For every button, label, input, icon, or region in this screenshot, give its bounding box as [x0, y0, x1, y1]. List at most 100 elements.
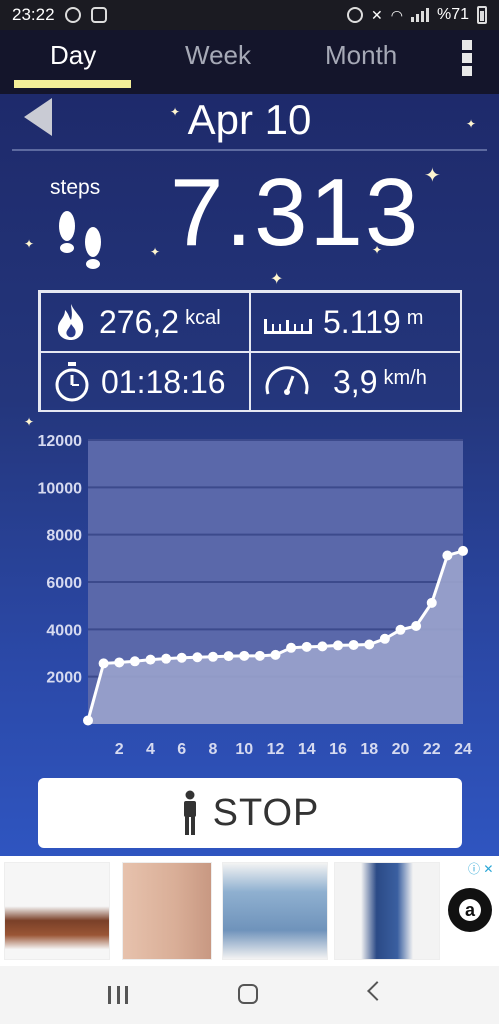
- data-point: [442, 550, 453, 561]
- active-tab-indicator: [14, 80, 131, 88]
- ad-brand-logo[interactable]: a: [448, 888, 492, 932]
- distance-value: 5.119: [323, 303, 401, 340]
- alarm-icon: [347, 7, 364, 23]
- ad-product-jeans[interactable]: [222, 862, 328, 960]
- home-button[interactable]: [238, 984, 258, 1004]
- stats-grid: 276,2 kcal 5.119 m 01:18:16 3,9 km/h: [38, 290, 462, 412]
- ad-info-icon[interactable]: ⓘ ✕: [468, 860, 493, 877]
- speedometer-icon: [265, 366, 309, 395]
- step-count: 7.313: [170, 159, 421, 266]
- data-point: [426, 597, 437, 608]
- ad-banner[interactable]: [0, 856, 499, 966]
- star-icon: ✦: [466, 117, 477, 131]
- wifi-icon: ◠: [390, 6, 403, 23]
- data-point: [317, 641, 328, 652]
- battery-text: %71: [436, 6, 469, 23]
- steps-label: steps: [50, 176, 101, 199]
- overflow-menu-button[interactable]: [460, 40, 474, 76]
- flame-icon: [57, 304, 84, 340]
- x-tick-label: 24: [454, 741, 472, 758]
- back-button[interactable]: [367, 981, 387, 1001]
- star-icon: ✦: [150, 245, 161, 259]
- tab-month[interactable]: Month: [325, 40, 397, 80]
- x-tick-label: 12: [267, 741, 285, 758]
- star-icon: ✦: [424, 165, 441, 187]
- x-tick-label: 10: [235, 741, 253, 758]
- duration-cell: 01:18:16: [40, 352, 250, 412]
- y-tick-label: 12000: [38, 433, 83, 450]
- stop-button-label: STOP: [212, 791, 320, 834]
- calories-value: 276,2: [99, 303, 180, 340]
- data-point: [379, 633, 390, 644]
- x-tick-label: 14: [298, 741, 316, 758]
- whatsapp-icon: [64, 7, 81, 23]
- star-icon: ✦: [170, 105, 181, 119]
- data-point: [114, 657, 125, 668]
- ruler-icon: [264, 319, 312, 334]
- x-tick-label: 16: [329, 741, 347, 758]
- data-point: [161, 653, 172, 664]
- speed-unit: km/h: [383, 366, 427, 389]
- ad-product-shoes[interactable]: [4, 862, 110, 960]
- status-time: 23:22: [12, 5, 55, 24]
- x-tick-label: 22: [423, 741, 441, 758]
- signal-icon: [410, 8, 429, 22]
- speed-value: 3,9: [333, 363, 378, 400]
- duration-value: 01:18:16: [101, 363, 226, 400]
- tab-day[interactable]: Day: [50, 40, 96, 80]
- data-point: [176, 652, 187, 663]
- header-divider: [12, 149, 487, 151]
- calories-cell: 276,2 kcal: [40, 292, 250, 352]
- y-tick-label: 4000: [46, 622, 82, 639]
- stopwatch-icon: [55, 362, 89, 402]
- date-title: Apr 10: [187, 96, 312, 143]
- data-point: [192, 652, 203, 663]
- data-point: [208, 651, 218, 662]
- person-icon: [183, 790, 196, 835]
- data-point: [98, 658, 109, 669]
- battery-icon: [477, 6, 487, 24]
- data-point: [395, 624, 406, 635]
- data-point: [129, 656, 140, 667]
- data-point: [333, 640, 343, 651]
- y-tick-label: 8000: [46, 528, 82, 545]
- data-point: [239, 650, 250, 661]
- steps-chart: 200040006000800010000120002 4 6 8 10 12 14 16 18…: [38, 433, 473, 758]
- recent-apps-button[interactable]: [108, 986, 128, 1004]
- star-icon: ✦: [270, 271, 284, 288]
- data-point: [223, 651, 234, 662]
- data-point: [348, 639, 359, 650]
- distance-cell: 5.119 m: [250, 292, 462, 352]
- star-icon: ✦: [24, 415, 35, 429]
- y-tick-label: 10000: [38, 480, 83, 497]
- data-point: [145, 654, 156, 665]
- x-tick-label: 2: [115, 741, 124, 758]
- x-tick-label: 8: [209, 741, 218, 758]
- stop-button[interactable]: STOP: [38, 778, 462, 848]
- x-tick-label: 20: [392, 741, 410, 758]
- mute-icon: ✕: [371, 6, 383, 23]
- x-tick-label: 6: [177, 741, 186, 758]
- data-point: [411, 621, 422, 632]
- distance-unit: m: [406, 306, 424, 329]
- footprints-icon: [59, 211, 101, 269]
- x-tick-label: 4: [146, 741, 155, 758]
- app-notification-icon: [90, 7, 107, 23]
- data-point: [270, 649, 281, 660]
- data-point: [254, 650, 265, 661]
- y-tick-label: 6000: [46, 575, 82, 592]
- data-point: [83, 715, 93, 726]
- star-icon: ✦: [24, 237, 35, 251]
- data-point: [286, 642, 297, 653]
- x-tick-label: 18: [360, 741, 378, 758]
- data-point: [458, 545, 468, 556]
- ad-product-earring[interactable]: [122, 862, 212, 960]
- ad-product-overalls[interactable]: [334, 862, 440, 960]
- tab-week[interactable]: Week: [185, 40, 251, 80]
- y-tick-label: 2000: [46, 670, 82, 687]
- speed-cell: 3,9 km/h: [250, 352, 462, 412]
- status-bar: 23:22 ✕ ◠ %71: [0, 0, 499, 30]
- data-point: [364, 639, 375, 650]
- calories-unit: kcal: [185, 306, 221, 329]
- data-point: [301, 641, 312, 652]
